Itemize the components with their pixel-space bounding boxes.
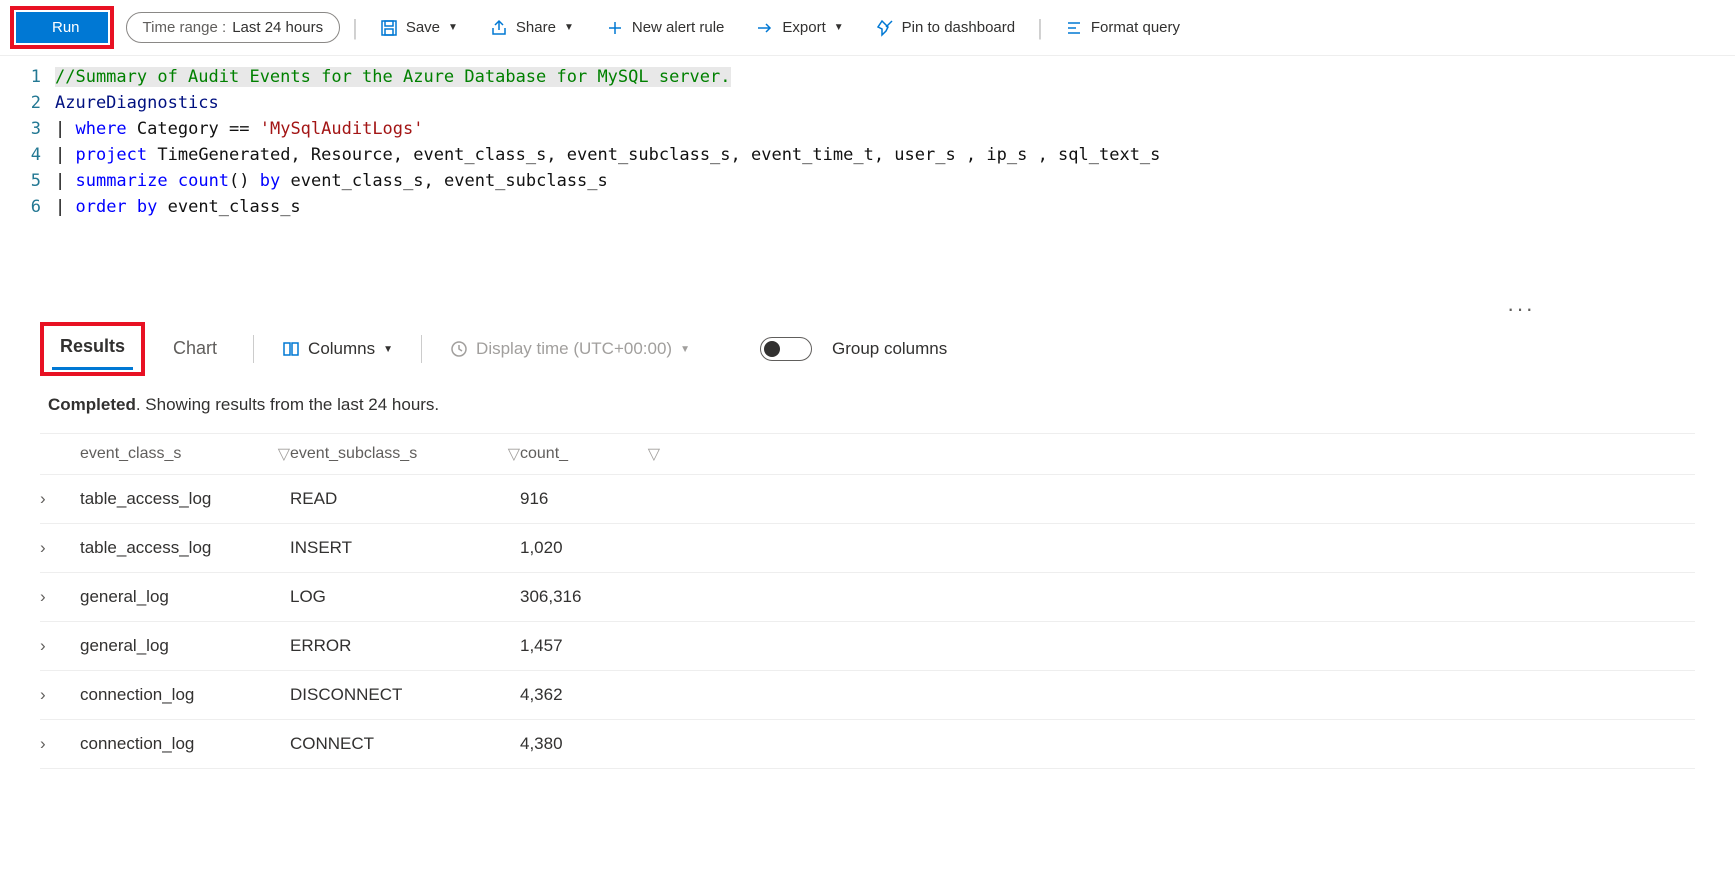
result-tabs-row: Results Chart Columns ▼ Display time (UT… bbox=[0, 322, 1735, 377]
save-icon bbox=[380, 19, 398, 37]
cell: DISCONNECT bbox=[290, 685, 520, 705]
table-row[interactable]: ›table_access_logREAD916 bbox=[40, 475, 1695, 524]
chevron-down-icon: ▼ bbox=[564, 22, 574, 33]
new-alert-label: New alert rule bbox=[632, 19, 725, 36]
table-row[interactable]: ›connection_logCONNECT4,380 bbox=[40, 720, 1695, 769]
expand-icon[interactable]: › bbox=[40, 636, 80, 656]
separator bbox=[253, 335, 254, 363]
chevron-down-icon: ▼ bbox=[383, 344, 393, 355]
pin-icon bbox=[876, 19, 894, 37]
table-row[interactable]: ›table_access_logINSERT1,020 bbox=[40, 524, 1695, 573]
display-time-button[interactable]: Display time (UTC+00:00) ▼ bbox=[450, 339, 690, 359]
save-button[interactable]: Save ▼ bbox=[370, 13, 468, 43]
time-range-value: Last 24 hours bbox=[232, 19, 323, 36]
chevron-down-icon: ▼ bbox=[834, 22, 844, 33]
expand-icon[interactable]: › bbox=[40, 587, 80, 607]
column-header[interactable]: count_▽ bbox=[520, 444, 660, 464]
cell: 1,020 bbox=[520, 538, 660, 558]
time-range-label: Time range : bbox=[143, 19, 227, 36]
cell: table_access_log bbox=[80, 538, 290, 558]
pin-label: Pin to dashboard bbox=[902, 19, 1015, 36]
export-icon bbox=[756, 19, 774, 37]
time-range-picker[interactable]: Time range : Last 24 hours bbox=[126, 12, 341, 43]
run-highlight: Run bbox=[10, 6, 114, 49]
filter-icon[interactable]: ▽ bbox=[508, 444, 520, 464]
pin-button[interactable]: Pin to dashboard bbox=[866, 13, 1025, 43]
share-icon bbox=[490, 19, 508, 37]
status-completed: Completed bbox=[48, 395, 136, 414]
cell: LOG bbox=[290, 587, 520, 607]
columns-label: Columns bbox=[308, 339, 375, 359]
cell: general_log bbox=[80, 636, 290, 656]
cell: connection_log bbox=[80, 685, 290, 705]
share-label: Share bbox=[516, 19, 556, 36]
expand-icon[interactable]: › bbox=[40, 734, 80, 754]
clock-icon bbox=[450, 340, 468, 358]
expand-icon[interactable]: › bbox=[40, 489, 80, 509]
cell: CONNECT bbox=[290, 734, 520, 754]
format-label: Format query bbox=[1091, 19, 1180, 36]
cell: 1,457 bbox=[520, 636, 660, 656]
column-header[interactable]: event_subclass_s▽ bbox=[290, 444, 520, 464]
group-columns-toggle[interactable] bbox=[760, 337, 812, 361]
run-label: Run bbox=[52, 19, 80, 36]
tab-results[interactable]: Results bbox=[52, 328, 133, 370]
plus-icon bbox=[606, 19, 624, 37]
toolbar: Run Time range : Last 24 hours | Save ▼ … bbox=[0, 0, 1735, 56]
display-time-label: Display time (UTC+00:00) bbox=[476, 339, 672, 359]
separator: | bbox=[352, 15, 358, 41]
results-highlight: Results bbox=[40, 322, 145, 376]
cell: ERROR bbox=[290, 636, 520, 656]
share-button[interactable]: Share ▼ bbox=[480, 13, 584, 43]
separator: | bbox=[1037, 15, 1043, 41]
filter-icon[interactable]: ▽ bbox=[278, 444, 290, 464]
format-icon bbox=[1065, 19, 1083, 37]
chevron-down-icon: ▼ bbox=[448, 22, 458, 33]
status-rest: . Showing results from the last 24 hours… bbox=[136, 395, 439, 414]
tab-chart[interactable]: Chart bbox=[165, 330, 225, 369]
expand-icon[interactable]: › bbox=[40, 538, 80, 558]
column-header[interactable]: event_class_s▽ bbox=[80, 444, 290, 464]
export-button[interactable]: Export ▼ bbox=[746, 13, 853, 43]
line-gutter: 123456 bbox=[0, 64, 55, 276]
cell: table_access_log bbox=[80, 489, 290, 509]
cell: connection_log bbox=[80, 734, 290, 754]
table-header: event_class_s▽ event_subclass_s▽ count_▽ bbox=[40, 433, 1695, 475]
query-editor[interactable]: 123456 //Summary of Audit Events for the… bbox=[0, 56, 1735, 296]
table-row[interactable]: ›general_logERROR1,457 bbox=[40, 622, 1695, 671]
format-query-button[interactable]: Format query bbox=[1055, 13, 1190, 43]
filter-icon[interactable]: ▽ bbox=[648, 444, 660, 464]
expand-icon[interactable]: › bbox=[40, 685, 80, 705]
cell: READ bbox=[290, 489, 520, 509]
group-columns-label: Group columns bbox=[832, 339, 947, 359]
table-row[interactable]: ›general_logLOG306,316 bbox=[40, 573, 1695, 622]
separator bbox=[421, 335, 422, 363]
results-table: event_class_s▽ event_subclass_s▽ count_▽… bbox=[0, 433, 1735, 769]
cell: 4,362 bbox=[520, 685, 660, 705]
columns-button[interactable]: Columns ▼ bbox=[282, 339, 393, 359]
more-menu[interactable]: ··· bbox=[0, 296, 1735, 322]
export-label: Export bbox=[782, 19, 825, 36]
table-row[interactable]: ›connection_logDISCONNECT4,362 bbox=[40, 671, 1695, 720]
status-line: Completed. Showing results from the last… bbox=[0, 377, 1735, 433]
cell: 916 bbox=[520, 489, 660, 509]
cell: INSERT bbox=[290, 538, 520, 558]
run-button[interactable]: Run bbox=[16, 12, 108, 43]
save-label: Save bbox=[406, 19, 440, 36]
cell: 306,316 bbox=[520, 587, 660, 607]
chevron-down-icon: ▼ bbox=[680, 344, 690, 355]
columns-icon bbox=[282, 340, 300, 358]
cell: 4,380 bbox=[520, 734, 660, 754]
new-alert-button[interactable]: New alert rule bbox=[596, 13, 735, 43]
cell: general_log bbox=[80, 587, 290, 607]
code-content: //Summary of Audit Events for the Azure … bbox=[55, 64, 1160, 276]
